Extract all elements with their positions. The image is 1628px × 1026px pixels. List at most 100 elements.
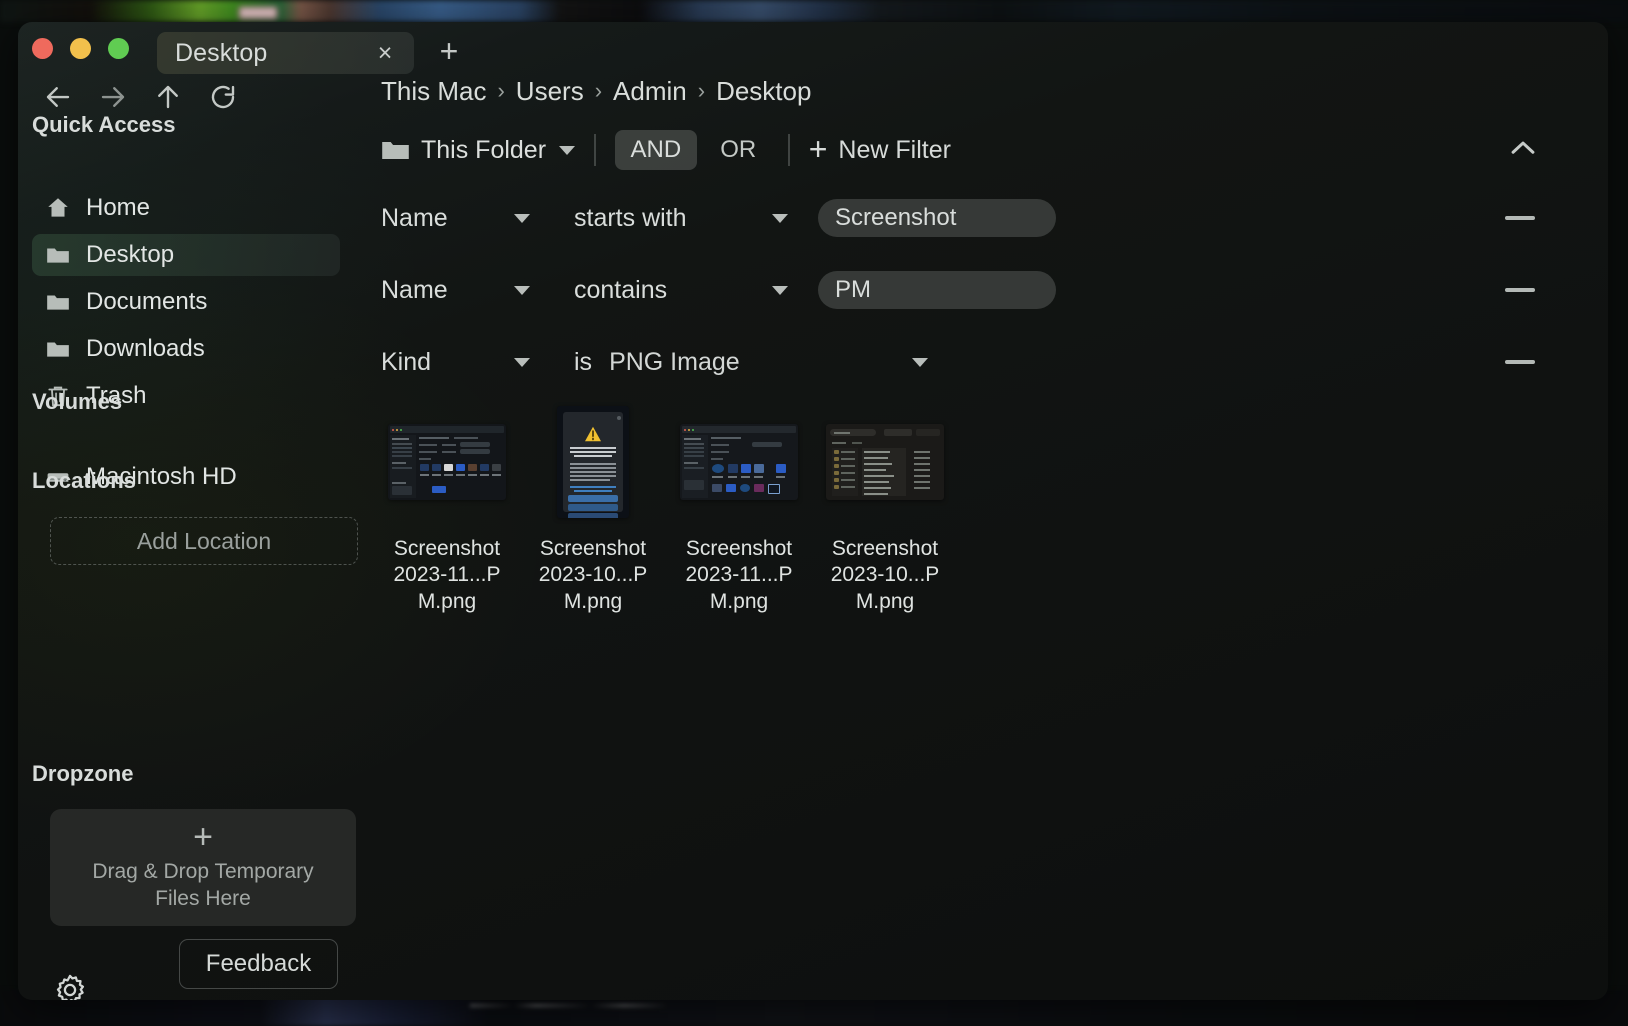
feedback-button[interactable]: Feedback (179, 939, 338, 989)
sidebar-item-documents[interactable]: Documents (32, 281, 340, 323)
chevron-down-icon[interactable] (772, 285, 788, 295)
file-name-label: Screenshot 2023-10...PM.png (830, 537, 940, 613)
file-item[interactable]: Screenshot 2023-10...PM.png (812, 406, 958, 615)
sidebar: Quick Access Home Desktop Documents Down… (18, 76, 358, 1000)
remove-filter-button-3[interactable] (1505, 360, 1535, 364)
filter-row-2: Name contains PM (381, 268, 1056, 312)
chevron-down-icon (559, 145, 576, 155)
filter-row-1: Name starts with Screenshot (381, 196, 1056, 240)
breadcrumb-separator-icon: › (497, 77, 505, 103)
titlebar: Desktop × + (18, 22, 1608, 76)
maximize-window-button[interactable] (108, 38, 129, 59)
add-location-button[interactable]: Add Location (50, 517, 358, 565)
folder-icon (47, 342, 69, 357)
file-thumbnail (557, 406, 629, 518)
file-browser-window: Desktop × + Quick Access Home Desktop Do… (18, 22, 1608, 1000)
sidebar-item-home[interactable]: Home (32, 187, 340, 229)
breadcrumb-separator-icon: › (594, 77, 603, 103)
file-item[interactable]: Screenshot 2023-11...PM.png (374, 406, 520, 615)
thumbnail-wrapper (387, 406, 507, 518)
chevron-down-icon[interactable] (912, 357, 929, 367)
file-name-label: Screenshot 2023-11...PM.png (393, 537, 501, 613)
filter-value-input[interactable]: Screenshot (818, 199, 1056, 237)
minimize-window-button[interactable] (70, 38, 91, 59)
folder-icon (47, 295, 69, 310)
file-thumbnail (826, 424, 944, 500)
main-content: This Mac › Users › Admin › Desktop This … (46, 76, 1608, 1000)
up-arrow-icon[interactable] (153, 82, 183, 112)
tab-desktop[interactable]: Desktop × (157, 32, 414, 74)
filter-field-dropdown[interactable]: Kind (381, 348, 501, 377)
logic-or-button[interactable]: OR (707, 130, 769, 170)
file-thumbnail (680, 424, 798, 500)
home-icon (48, 198, 68, 217)
remove-filter-button-1[interactable] (1505, 216, 1535, 220)
dropzone-label: Drag & Drop Temporary Files Here (92, 859, 314, 910)
filter-field-dropdown[interactable]: Name (381, 204, 501, 233)
file-name-label: Screenshot 2023-10...PM.png (538, 537, 648, 613)
filter-scope-dropdown[interactable]: This Folder (381, 135, 576, 165)
gear-icon (56, 974, 85, 1000)
new-filter-button[interactable]: + New Filter (808, 131, 951, 168)
filter-row-3: Kind is PNG Image (381, 340, 929, 384)
breadcrumb-item-admin[interactable]: Admin (613, 76, 687, 107)
sidebar-item-label: Home (86, 194, 151, 221)
breadcrumb-item-users[interactable]: Users (516, 76, 584, 107)
sidebar-section-volumes: Volumes (32, 389, 123, 414)
close-tab-icon[interactable]: × (372, 40, 398, 66)
wallpaper-strip (0, 0, 1628, 22)
breadcrumb-item-desktop[interactable]: Desktop (716, 76, 811, 107)
filter-operator-label: is (574, 347, 593, 376)
new-tab-icon[interactable]: + (432, 34, 466, 68)
close-window-button[interactable] (32, 38, 53, 59)
sidebar-section-dropzone: Dropzone (32, 761, 134, 786)
sidebar-section-locations: Locations (32, 468, 136, 493)
filter-operator-dropdown[interactable]: contains (574, 276, 759, 305)
divider (788, 134, 790, 166)
file-grid: Screenshot 2023-11...PM.png Screenshot 2… (374, 406, 958, 615)
chevron-up-icon (1511, 141, 1535, 154)
file-item[interactable]: Screenshot 2023-10...PM.png (520, 406, 666, 615)
refresh-icon[interactable] (208, 82, 238, 112)
folder-icon (47, 248, 69, 263)
file-item[interactable]: Screenshot 2023-11...PM.png (666, 406, 812, 615)
file-name-label: Screenshot 2023-11...PM.png (685, 537, 793, 613)
logic-and-button[interactable]: AND (614, 130, 698, 170)
chevron-down-icon[interactable] (772, 213, 788, 223)
chevron-down-icon[interactable] (514, 213, 530, 223)
warning-triangle-icon (585, 426, 601, 442)
filter-value-input[interactable]: PM (818, 271, 1056, 309)
thumbnail-wrapper (825, 406, 945, 518)
chevron-down-icon[interactable] (514, 285, 530, 295)
thumbnail-wrapper (679, 406, 799, 518)
file-thumbnail (388, 424, 506, 500)
chevron-down-icon[interactable] (514, 357, 530, 367)
sidebar-item-label: Downloads (86, 335, 205, 362)
new-filter-label: New Filter (838, 135, 951, 164)
sidebar-section-quick-access: Quick Access (32, 112, 176, 137)
thumbnail-wrapper (533, 406, 653, 518)
breadcrumb: This Mac › Users › Admin › Desktop (381, 76, 811, 107)
tab-label: Desktop (175, 38, 268, 67)
filter-kind-value-dropdown[interactable]: PNG Image (609, 348, 899, 377)
dropzone-area[interactable]: + Drag & Drop Temporary Files Here (50, 809, 356, 926)
filter-operator-dropdown[interactable]: starts with (574, 204, 759, 233)
sidebar-item-label: Desktop (86, 241, 175, 268)
plus-icon: + (193, 818, 213, 857)
collapse-filters-button[interactable] (1504, 131, 1542, 165)
divider (594, 134, 596, 166)
filter-toolbar: This Folder AND OR + New Filter (381, 130, 951, 170)
breadcrumb-item-this-mac[interactable]: This Mac (381, 76, 486, 107)
sidebar-item-desktop[interactable]: Desktop (32, 234, 340, 276)
remove-filter-button-2[interactable] (1505, 288, 1535, 292)
back-arrow-icon[interactable] (43, 82, 73, 112)
settings-button[interactable] (52, 972, 88, 1000)
navigation-buttons (43, 82, 238, 112)
filter-scope-label: This Folder (421, 135, 547, 164)
forward-arrow-icon[interactable] (98, 82, 128, 112)
filter-field-dropdown[interactable]: Name (381, 276, 501, 305)
sidebar-item-downloads[interactable]: Downloads (32, 328, 340, 370)
breadcrumb-separator-icon: › (697, 77, 706, 103)
plus-icon: + (808, 131, 828, 168)
sidebar-item-label: Documents (86, 288, 208, 315)
